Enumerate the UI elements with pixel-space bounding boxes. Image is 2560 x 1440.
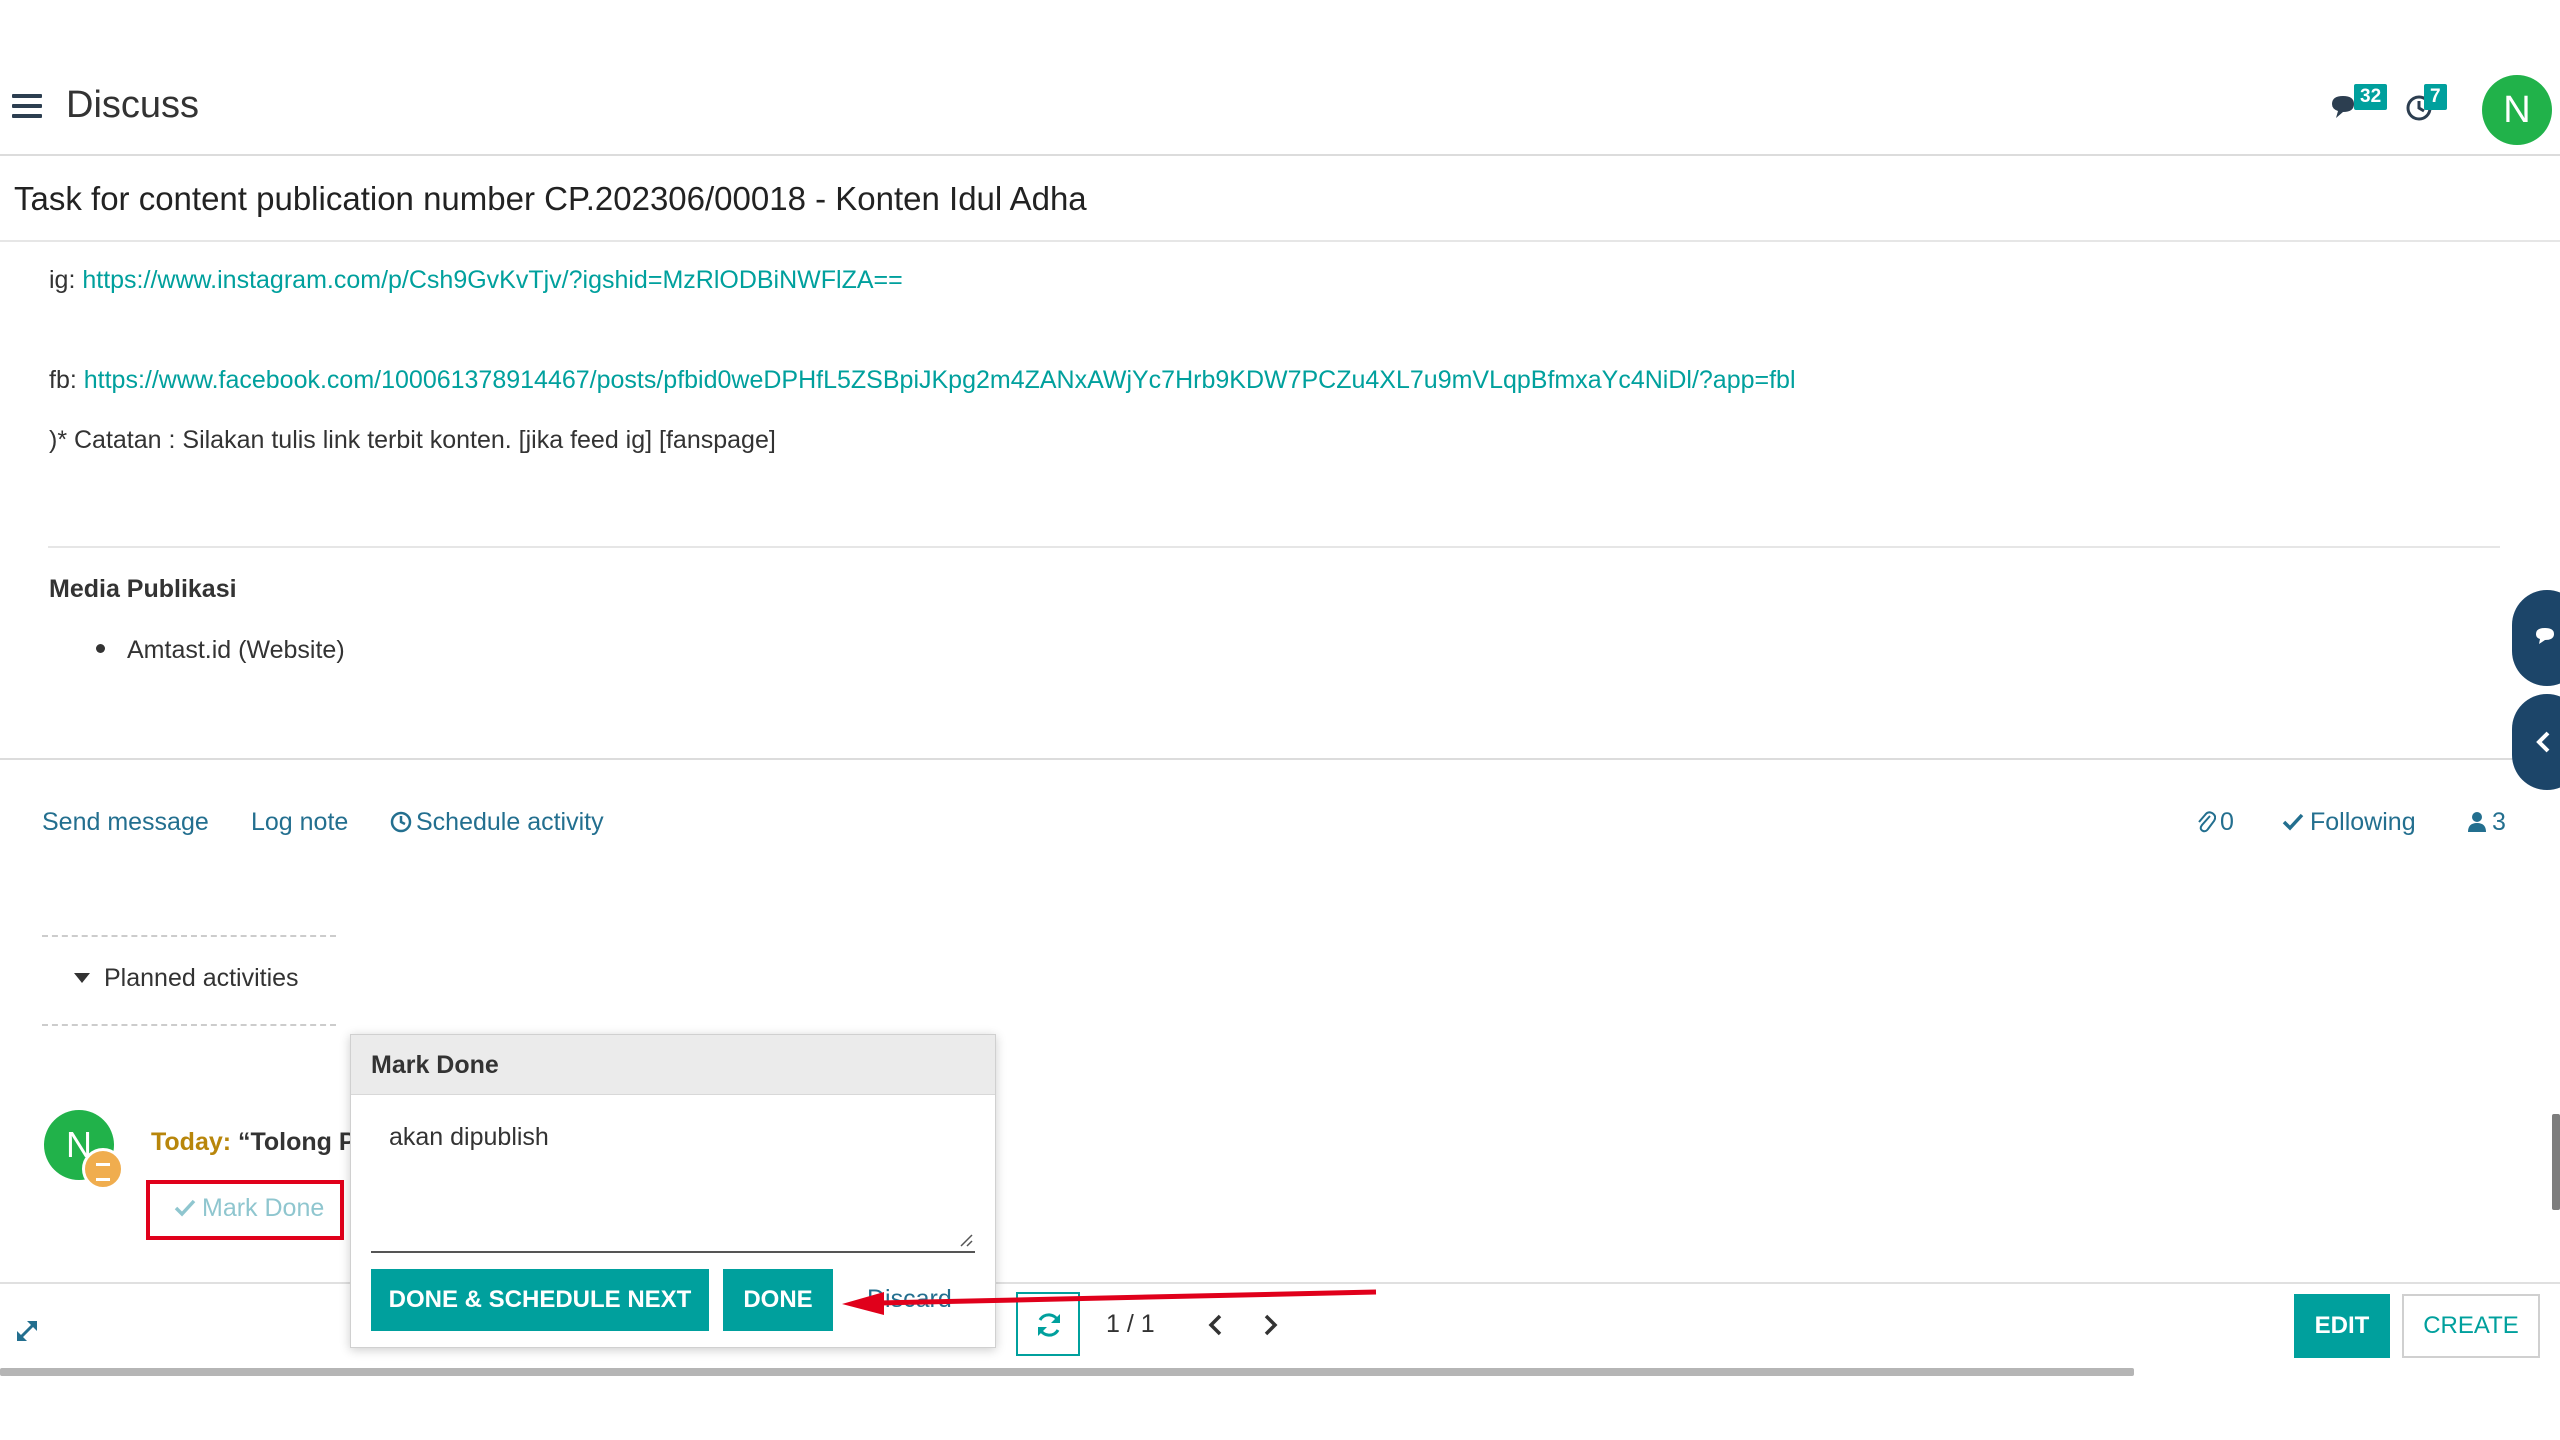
attachments-button[interactable]: 0 bbox=[2196, 808, 2234, 837]
pager-value[interactable]: 1 / 1 bbox=[1106, 1310, 1155, 1339]
check-icon bbox=[2282, 813, 2304, 831]
activity-summary: “Tolong P bbox=[238, 1128, 354, 1156]
log-note-button[interactable]: Log note bbox=[251, 808, 348, 837]
clock-icon bbox=[390, 811, 412, 833]
user-icon bbox=[2468, 812, 2486, 832]
chevron-left-icon bbox=[1208, 1314, 1222, 1336]
annotation-highlight-box bbox=[146, 1180, 344, 1240]
followers-button[interactable]: 3 bbox=[2468, 808, 2506, 837]
activity-due-label: Today: bbox=[151, 1128, 232, 1156]
planned-activities-label: Planned activities bbox=[104, 964, 299, 992]
activities-badge: 7 bbox=[2424, 84, 2447, 110]
divider bbox=[0, 758, 2560, 760]
horizontal-scrollbar[interactable] bbox=[0, 1368, 2134, 1376]
hamburger-menu-icon[interactable] bbox=[12, 94, 42, 118]
bullet bbox=[96, 643, 105, 653]
mark-done-popover: Mark Done akan dipublish DONE & SCHEDULE… bbox=[350, 1034, 996, 1348]
list-item: Amtast.id (Website) bbox=[96, 636, 345, 665]
following-label: Following bbox=[2310, 808, 2416, 836]
pager-next-button[interactable] bbox=[1260, 1310, 1280, 1345]
resize-grip-icon[interactable] bbox=[959, 1233, 973, 1247]
fb-label: fb: bbox=[49, 366, 77, 394]
app-title: Discuss bbox=[66, 84, 200, 126]
create-button[interactable]: CREATE bbox=[2402, 1294, 2540, 1358]
messages-icon[interactable]: 32 bbox=[2330, 84, 2388, 128]
note-text: )* Catatan : Silakan tulis link terbit k… bbox=[49, 426, 776, 454]
top-navbar: Discuss 32 7 N bbox=[0, 0, 2560, 156]
messages-badge: 32 bbox=[2354, 84, 2388, 110]
planned-activities-toggle[interactable]: Planned activities bbox=[74, 964, 299, 993]
send-message-button[interactable]: Send message bbox=[42, 808, 209, 837]
schedule-activity-label: Schedule activity bbox=[416, 808, 604, 836]
followers-count: 3 bbox=[2492, 808, 2506, 836]
refresh-icon bbox=[1038, 1313, 1060, 1337]
ig-line: ig: https://www.instagram.com/p/Csh9GvKv… bbox=[49, 266, 903, 295]
divider bbox=[42, 935, 336, 937]
paperclip-icon bbox=[2198, 811, 2217, 833]
divider bbox=[42, 1024, 336, 1026]
media-heading: Media Publikasi bbox=[49, 575, 237, 603]
done-schedule-next-button[interactable]: DONE & SCHEDULE NEXT bbox=[371, 1269, 709, 1331]
expand-icon[interactable] bbox=[14, 1318, 40, 1349]
fb-line: fb: https://www.facebook.com/10006137891… bbox=[49, 366, 1796, 395]
edit-button[interactable]: EDIT bbox=[2294, 1294, 2390, 1358]
user-avatar[interactable]: N bbox=[2482, 75, 2552, 145]
divider bbox=[48, 546, 2500, 548]
activity-type-icon bbox=[82, 1148, 124, 1190]
refresh-button[interactable] bbox=[1016, 1292, 1080, 1356]
caret-down-icon bbox=[74, 973, 90, 983]
chat-side-tab[interactable] bbox=[2512, 590, 2560, 686]
chevron-right-icon bbox=[1264, 1314, 1278, 1336]
record-title: Task for content publication number CP.2… bbox=[14, 180, 1087, 217]
media-item-label: Amtast.id (Website) bbox=[127, 636, 345, 664]
chat-icon bbox=[2536, 628, 2554, 644]
expand-arrows-icon bbox=[16, 1320, 38, 1342]
discard-link[interactable]: Discard bbox=[867, 1285, 952, 1314]
popover-title: Mark Done bbox=[351, 1035, 995, 1095]
done-button[interactable]: DONE bbox=[723, 1269, 833, 1331]
feedback-textarea[interactable]: akan dipublish bbox=[371, 1109, 975, 1253]
attachments-count: 0 bbox=[2220, 808, 2234, 836]
schedule-activity-button[interactable]: Schedule activity bbox=[390, 808, 604, 837]
following-button[interactable]: Following bbox=[2282, 808, 2416, 837]
pager-previous-button[interactable] bbox=[1206, 1310, 1226, 1345]
fb-link[interactable]: https://www.facebook.com/100061378914467… bbox=[84, 366, 1796, 394]
collapse-side-tab[interactable] bbox=[2512, 694, 2560, 790]
ig-link[interactable]: https://www.instagram.com/p/Csh9GvKvTjv/… bbox=[82, 266, 902, 294]
vertical-scrollbar[interactable] bbox=[2552, 1114, 2560, 1210]
ig-label: ig: bbox=[49, 266, 76, 294]
divider bbox=[0, 240, 2560, 242]
activities-icon[interactable]: 7 bbox=[2406, 84, 2456, 128]
chevron-left-icon bbox=[2536, 731, 2550, 753]
